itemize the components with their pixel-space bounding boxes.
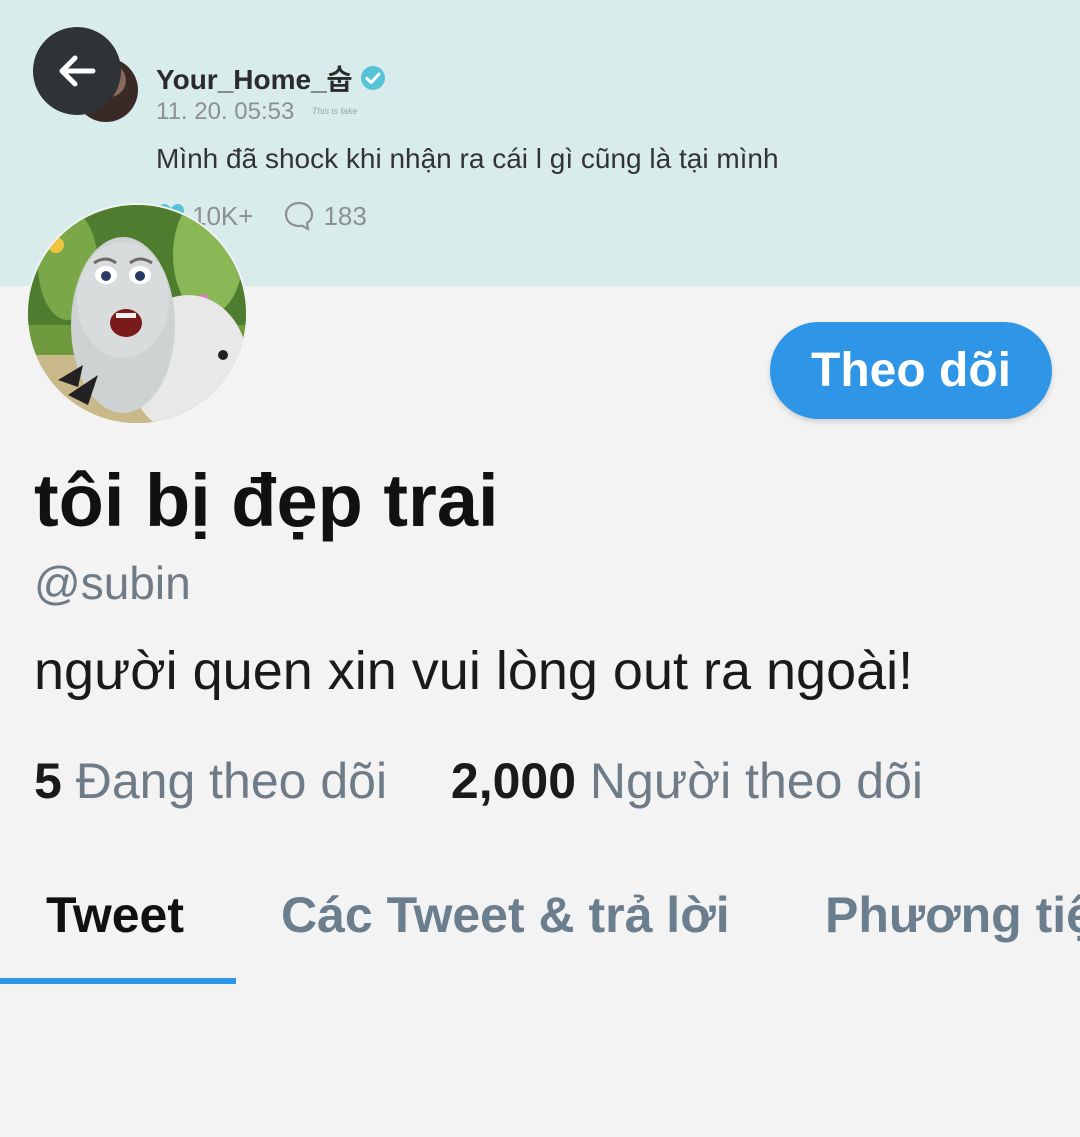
back-arrow-icon bbox=[59, 55, 96, 87]
profile-page: Your_Home_숩 11. 20. 05:53 This is fake M… bbox=[0, 0, 1080, 1137]
profile-tabs: Tweet Các Tweet & trả lời Phương tiện bbox=[0, 860, 1080, 984]
follow-button[interactable]: Theo dõi bbox=[770, 322, 1052, 419]
following-count: 5 bbox=[34, 753, 62, 809]
back-button[interactable] bbox=[33, 27, 121, 115]
profile-avatar[interactable] bbox=[26, 203, 248, 425]
tab-tweets-and-replies[interactable]: Các Tweet & trả lời bbox=[281, 886, 730, 944]
banner-reply-count: 183 bbox=[323, 200, 367, 231]
verified-icon bbox=[361, 66, 386, 90]
banner-user: Your_Home_숩 bbox=[156, 58, 386, 98]
profile-display-name: tôi bị đẹp trai bbox=[34, 459, 499, 542]
reply-bubble-icon bbox=[285, 201, 314, 232]
followers-count: 2,000 bbox=[450, 753, 577, 809]
banner-username: Your_Home_숩 bbox=[156, 64, 353, 95]
follow-stats: 5 Đang theo dõi 2,000 Người theo dõi bbox=[34, 752, 923, 810]
following-stat[interactable]: 5 Đang theo dõi bbox=[34, 753, 401, 809]
following-label: Đang theo dõi bbox=[75, 753, 388, 809]
tab-tweets[interactable]: Tweet bbox=[46, 886, 184, 944]
profile-handle: @subin bbox=[34, 557, 191, 609]
profile-bio: người quen xin vui lòng out ra ngoài! bbox=[34, 641, 914, 701]
followers-stat[interactable]: 2,000 Người theo dõi bbox=[451, 753, 923, 809]
active-tab-indicator bbox=[0, 978, 236, 984]
banner-fake-note: This is fake bbox=[312, 106, 358, 116]
banner-tweet-text: Mình đã shock khi nhận ra cái l gì cũng … bbox=[156, 143, 779, 174]
followers-label: Người theo dõi bbox=[589, 753, 924, 809]
banner-date: 11. 20. 05:53 bbox=[156, 98, 295, 125]
tab-media[interactable]: Phương tiện bbox=[825, 886, 1080, 944]
